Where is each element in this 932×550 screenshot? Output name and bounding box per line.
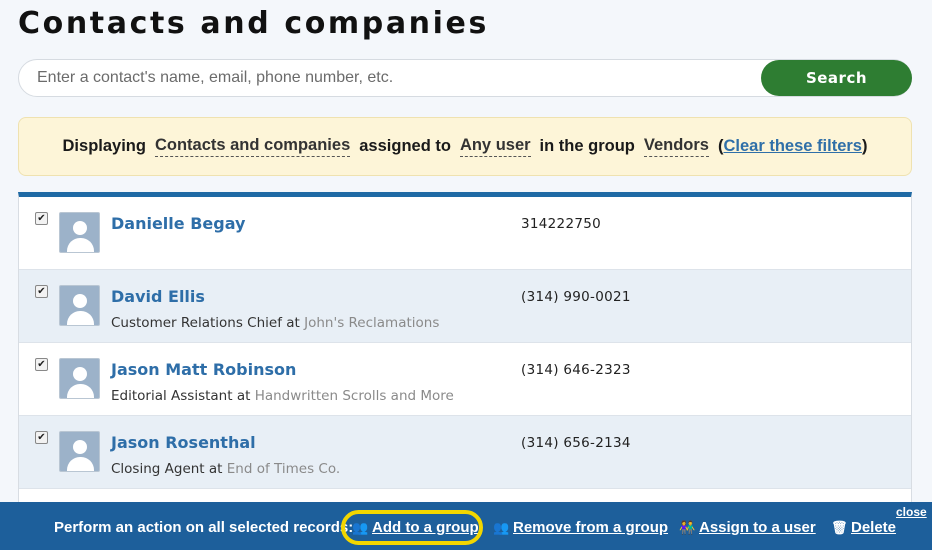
trash-icon: 🗑 bbox=[831, 520, 848, 535]
delete-label: Delete bbox=[851, 519, 897, 536]
contact-company: Handwritten Scrolls and More bbox=[254, 388, 454, 404]
contact-name-link[interactable]: Jason Rosenthal bbox=[111, 433, 256, 452]
row-checkbox[interactable]: ✔ bbox=[35, 285, 48, 298]
filter-assigned-text: assigned to bbox=[359, 137, 451, 155]
assign-to-user-button[interactable]: 👫 Assign to a user bbox=[679, 519, 816, 536]
contact-phone: (314) 990-0021 bbox=[521, 289, 631, 305]
remove-from-group-label: Remove from a group bbox=[513, 519, 669, 536]
contact-name-link[interactable]: David Ellis bbox=[111, 287, 205, 306]
users-icon: 👫 bbox=[679, 520, 696, 535]
contact-list: ✔ Danielle Begay 314222750 ✔ David Ellis… bbox=[18, 192, 912, 502]
close-action-bar-link[interactable]: close bbox=[896, 505, 927, 519]
row-checkbox[interactable]: ✔ bbox=[35, 358, 48, 371]
contact-subtitle: Customer Relations Chief at John's Recla… bbox=[111, 315, 439, 331]
add-group-icon: 👥 bbox=[352, 520, 369, 535]
remove-group-icon: 👥 bbox=[493, 520, 510, 535]
filter-group[interactable]: Vendors bbox=[643, 136, 709, 157]
contact-job-title: Editorial Assistant bbox=[111, 388, 233, 404]
add-to-group-label: Add to a group bbox=[372, 519, 479, 536]
remove-from-group-button[interactable]: 👥 Remove from a group bbox=[493, 519, 668, 536]
contact-phone: 314222750 bbox=[521, 216, 602, 232]
contact-at: at bbox=[236, 388, 251, 404]
contact-row[interactable]: ✔ Jason Matt Robinson Editorial Assistan… bbox=[19, 343, 911, 416]
avatar bbox=[59, 431, 100, 472]
filter-banner: Displaying Contacts and companies assign… bbox=[18, 117, 912, 176]
avatar bbox=[59, 212, 100, 253]
filter-close-paren: ) bbox=[861, 137, 868, 155]
contact-job-title: Closing Agent bbox=[111, 461, 205, 477]
filter-record-type[interactable]: Contacts and companies bbox=[154, 136, 351, 157]
contact-row[interactable]: ✔ David Ellis Customer Relations Chief a… bbox=[19, 270, 911, 343]
add-to-group-button[interactable]: 👥 Add to a group bbox=[352, 519, 479, 536]
contact-company: End of Times Co. bbox=[226, 461, 341, 477]
contact-name-link[interactable]: Danielle Begay bbox=[111, 214, 245, 233]
contact-row[interactable]: ✔ Danielle Begay 314222750 bbox=[19, 197, 911, 270]
avatar bbox=[59, 285, 100, 326]
contact-company: John's Reclamations bbox=[304, 315, 440, 331]
delete-button[interactable]: 🗑 Delete bbox=[831, 519, 896, 536]
contact-at: at bbox=[286, 315, 300, 331]
filter-user[interactable]: Any user bbox=[459, 136, 531, 157]
contact-phone: (314) 646-2323 bbox=[521, 362, 631, 378]
bulk-action-bar: Perform an action on all selected record… bbox=[0, 502, 932, 550]
contact-phone: (314) 656-2134 bbox=[521, 435, 631, 451]
contact-subtitle: Editorial Assistant at Handwritten Scrol… bbox=[111, 388, 454, 404]
contact-subtitle: Closing Agent at End of Times Co. bbox=[111, 461, 340, 477]
search-button[interactable]: Search bbox=[761, 60, 912, 96]
contact-row[interactable]: ✔ Jason Rosenthal Closing Agent at End o… bbox=[19, 416, 911, 489]
row-checkbox[interactable]: ✔ bbox=[35, 431, 48, 444]
search-bar: Search bbox=[18, 59, 912, 97]
contact-at: at bbox=[208, 461, 223, 477]
filter-prefix: Displaying bbox=[62, 137, 146, 155]
row-checkbox[interactable]: ✔ bbox=[35, 212, 48, 225]
clear-filters-link[interactable]: Clear these filters bbox=[723, 137, 861, 156]
bulk-action-label: Perform an action on all selected record… bbox=[54, 519, 354, 536]
avatar bbox=[59, 358, 100, 399]
page-title: Contacts and companies bbox=[18, 6, 489, 41]
contact-job-title: Customer Relations Chief bbox=[111, 315, 282, 331]
search-input[interactable] bbox=[37, 60, 757, 96]
assign-to-user-label: Assign to a user bbox=[699, 519, 816, 536]
filter-group-text: in the group bbox=[539, 137, 635, 155]
contact-name-link[interactable]: Jason Matt Robinson bbox=[111, 360, 296, 379]
